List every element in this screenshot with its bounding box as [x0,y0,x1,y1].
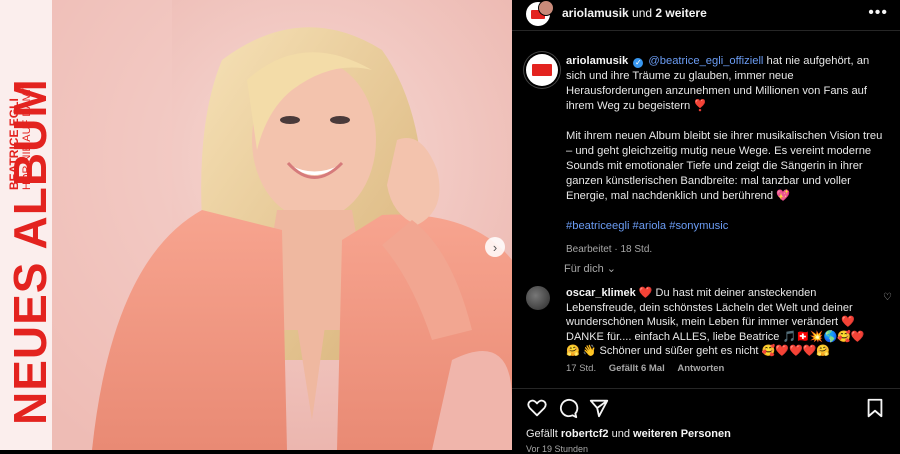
artist-name-text: BEATRICE EGLI [7,98,21,190]
collaborator-avatar[interactable] [538,0,554,16]
avatar[interactable] [526,54,558,86]
collaborators-link[interactable]: 2 weitere [655,6,706,20]
author-username-link[interactable]: ariolamusik [562,6,629,20]
album-side-strip: NEUES ALBUM BEATRICE EGLI HÖR NIE AUF DA… [0,0,56,450]
comments-filter-dropdown[interactable]: Für dich ⌄ [564,262,616,275]
liker-username-link[interactable]: robertcf2 [561,428,609,440]
comment-time: 17 Std. [566,363,597,374]
likes-middle: und [608,428,634,440]
post-panel: ariolamusik und 2 weitere ••• ariolamusi… [512,0,900,454]
avatar[interactable] [526,286,550,310]
comment-likes-link[interactable]: Gefällt 6 Mal [609,363,665,374]
ariola-logo-icon [532,64,552,76]
caption-username-link[interactable]: ariolamusik [566,55,628,67]
post-header: ariolamusik und 2 weitere ••• [512,0,900,31]
and-text: und [628,6,656,20]
comment-meta: 17 Std. Gefällt 6 Mal Antworten [566,363,734,374]
hashtags-link[interactable]: #beatriceegli #ariola #sonymusic [566,219,886,234]
album-name-text: HÖR NIE AUF DAMIT [21,82,33,190]
comment-icon[interactable] [557,397,579,419]
comment-username-link[interactable]: oscar_klimek [566,287,636,299]
bookmark-icon[interactable] [864,397,886,419]
likes-summary: Gefällt robertcf2 und weiteren Personen [526,428,731,440]
next-image-button[interactable]: › [485,237,505,257]
post-media: NEUES ALBUM BEATRICE EGLI HÖR NIE AUF DA… [0,0,512,450]
chevron-right-icon: › [492,239,498,255]
caption-paragraph-2: Mit ihrem neuen Album bleibt sie ihrer m… [566,130,883,202]
heart-icon[interactable] [526,397,548,419]
reply-button[interactable]: Antworten [677,363,724,374]
post-timestamp: Vor 19 Stunden [526,444,589,454]
mention-link[interactable]: @beatrice_egli_offiziell [648,55,763,67]
likes-prefix: Gefällt [526,428,561,440]
comment-text: oscar_klimek ❤️ Du hast mit deiner anste… [566,286,876,359]
post-authors: ariolamusik und 2 weitere [562,6,707,20]
likes-others-link[interactable]: weiteren Personen [633,428,731,440]
caption-text: ariolamusik ✓ @beatrice_egli_offiziell h… [566,54,886,257]
like-comment-heart-icon[interactable]: ♡ [883,292,892,303]
edited-timestamp: Bearbeitet · 18 Std. [566,244,653,255]
share-icon[interactable] [588,397,610,419]
action-bar [512,388,900,423]
verified-badge-icon: ✓ [633,58,644,68]
artist-photo [52,0,512,450]
more-options-icon[interactable]: ••• [868,4,888,22]
album-vertical-subtitle: BEATRICE EGLI HÖR NIE AUF DAMIT [7,30,40,190]
